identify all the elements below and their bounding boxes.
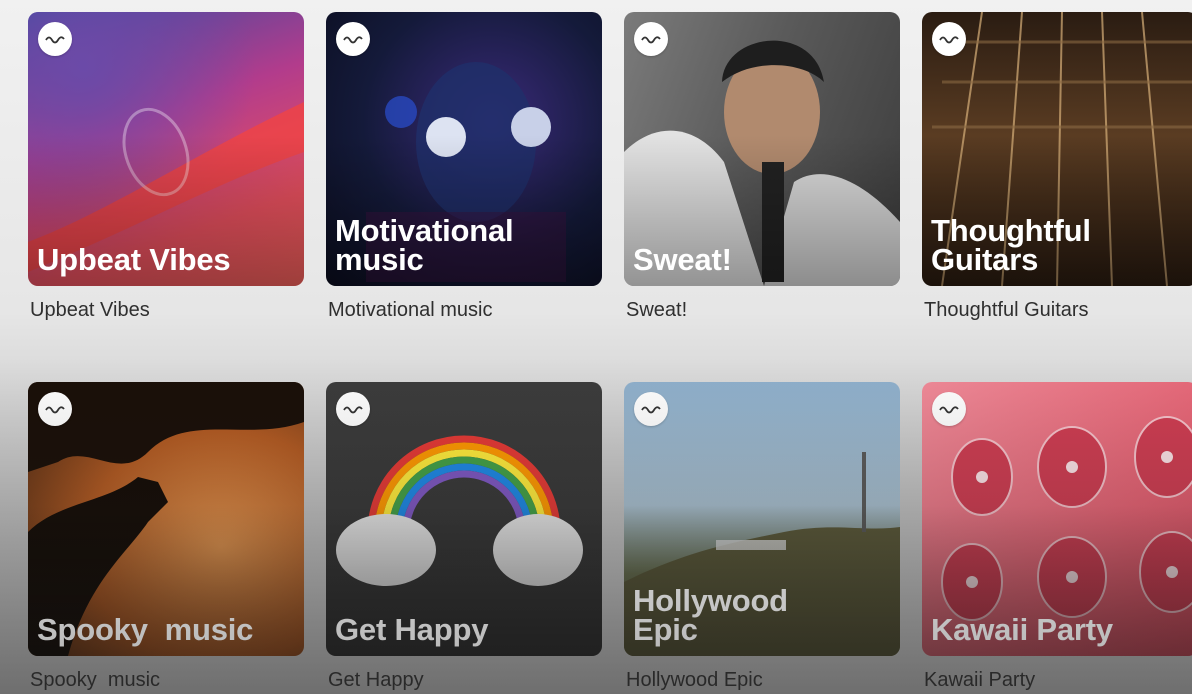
playlist-card-sweat[interactable]: Sweat!	[624, 12, 900, 286]
playlist-card-get-happy[interactable]: Get Happy	[326, 382, 602, 656]
card-title: Upbeat Vibes	[37, 242, 231, 277]
playlist-card-hollywood-epic[interactable]: Hollywood Epic	[624, 382, 900, 656]
playlist-card-upbeat-vibes[interactable]: Upbeat Vibes	[28, 12, 304, 286]
waveform-icon	[932, 392, 966, 426]
playlist-caption[interactable]: Hollywood Epic	[626, 669, 902, 692]
waveform-icon	[932, 22, 966, 56]
playlist-card-thoughtful-guitars[interactable]: Thoughtful Guitars	[922, 12, 1192, 286]
waveform-icon	[38, 22, 72, 56]
playlist-caption[interactable]: Motivational music	[328, 299, 604, 322]
playlist-caption[interactable]: Sweat!	[626, 299, 902, 322]
card-title: Sweat!	[633, 242, 732, 277]
playlist-caption[interactable]: Kawaii Party	[924, 669, 1192, 692]
card-title: Spooky music	[37, 612, 254, 647]
playlist-card-spooky-music[interactable]: Spooky music	[28, 382, 304, 656]
playlist-card-kawaii-party[interactable]: Kawaii Party	[922, 382, 1192, 656]
card-title: Hollywood Epic	[633, 583, 788, 647]
waveform-icon	[336, 22, 370, 56]
playlist-caption[interactable]: Spooky music	[30, 669, 306, 692]
card-title: Thoughtful Guitars	[931, 213, 1091, 277]
waveform-icon	[634, 22, 668, 56]
waveform-icon	[336, 392, 370, 426]
waveform-icon	[634, 392, 668, 426]
playlist-caption[interactable]: Get Happy	[328, 669, 604, 692]
card-title: Motivational music	[335, 213, 514, 277]
playlist-grid: Upbeat Vibes Upbeat Vibes Motivational m…	[0, 0, 1192, 694]
waveform-icon	[38, 392, 72, 426]
playlist-caption[interactable]: Thoughtful Guitars	[924, 299, 1192, 322]
playlist-card-motivational-music[interactable]: Motivational music	[326, 12, 602, 286]
playlist-caption[interactable]: Upbeat Vibes	[30, 299, 306, 322]
card-title: Kawaii Party	[931, 612, 1113, 647]
card-title: Get Happy	[335, 612, 489, 647]
